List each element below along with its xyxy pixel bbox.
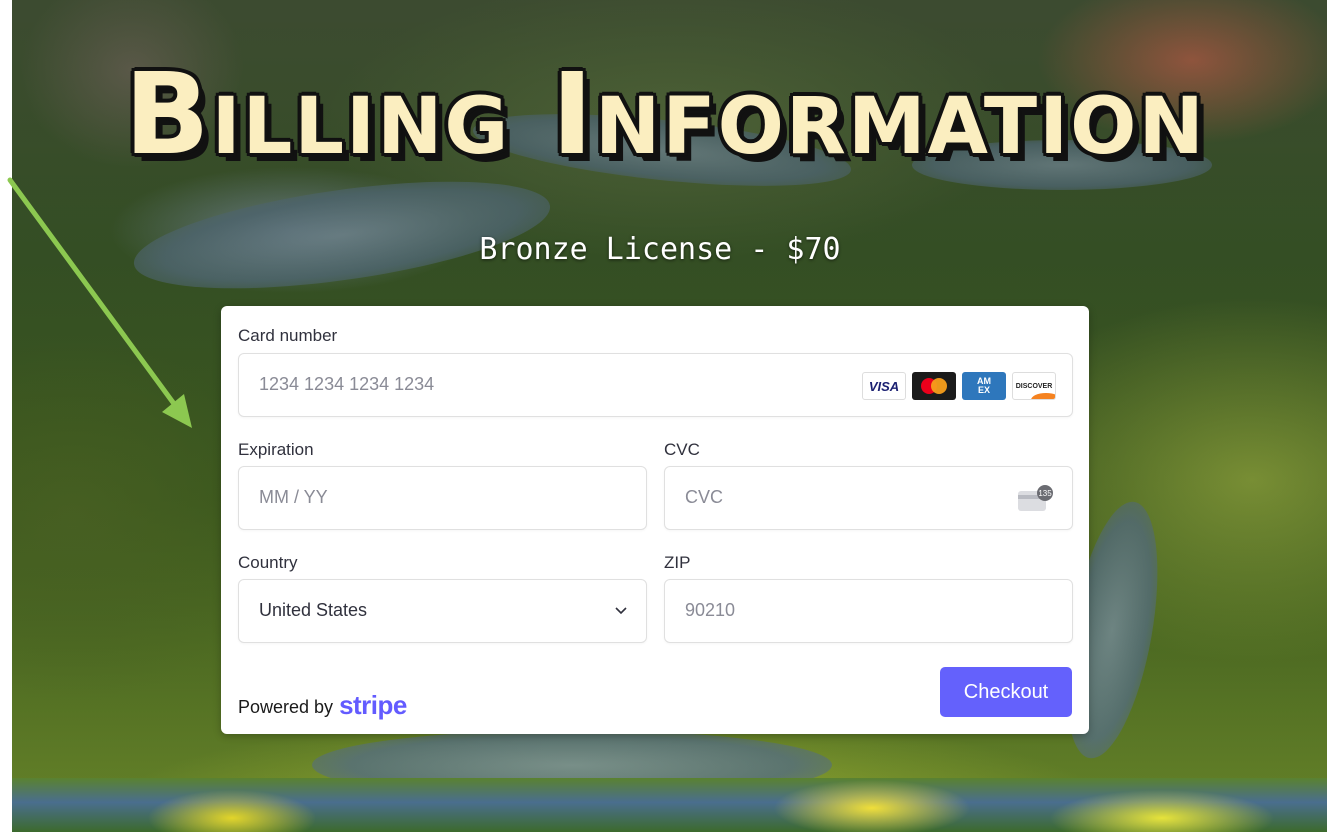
expiration-placeholder: MM / YY: [259, 487, 328, 507]
cvc-placeholder: CVC: [685, 487, 724, 507]
license-subtitle: Bronze License - $70: [479, 232, 841, 267]
svg-text:135: 135: [1038, 489, 1052, 498]
zip-label: ZIP: [664, 553, 691, 572]
cvc-field[interactable]: CVC 135: [664, 466, 1073, 530]
chevron-down-icon: [615, 607, 627, 615]
cvc-label: CVC: [664, 440, 700, 459]
card-number-label: Card number: [238, 326, 338, 345]
powered-by: Powered by stripe: [238, 690, 407, 721]
background-foreground: [12, 778, 1327, 832]
country-label: Country: [238, 553, 298, 572]
discover-icon: DISCOVER: [1012, 372, 1056, 400]
card-back-icon: 135: [1018, 485, 1053, 511]
expiration-label: Expiration: [238, 440, 314, 459]
checkout-button[interactable]: Checkout: [940, 667, 1072, 717]
zip-placeholder: 90210: [685, 600, 736, 620]
stripe-logo: stripe: [339, 690, 407, 720]
visa-icon: VISA: [862, 372, 906, 400]
powered-by-text: Powered by: [238, 697, 334, 717]
country-select[interactable]: United States: [238, 579, 647, 643]
payment-form: Card number 1234 1234 1234 1234 VISA AM E…: [221, 306, 1089, 734]
zip-field[interactable]: 90210: [664, 579, 1073, 643]
mastercard-icon: [912, 372, 956, 400]
card-brands: VISA AM EX DISCOVER: [862, 372, 1056, 400]
amex-icon: AM EX: [962, 372, 1006, 400]
card-number-placeholder: 1234 1234 1234 1234: [259, 374, 435, 394]
expiration-field[interactable]: MM / YY: [238, 466, 647, 530]
arrow-pointer-icon: [7, 177, 192, 428]
page-title: Billing Information: [124, 50, 1206, 180]
country-value: United States: [259, 600, 368, 620]
card-number-field[interactable]: 1234 1234 1234 1234 VISA AM EX DISCOVER: [238, 353, 1073, 417]
